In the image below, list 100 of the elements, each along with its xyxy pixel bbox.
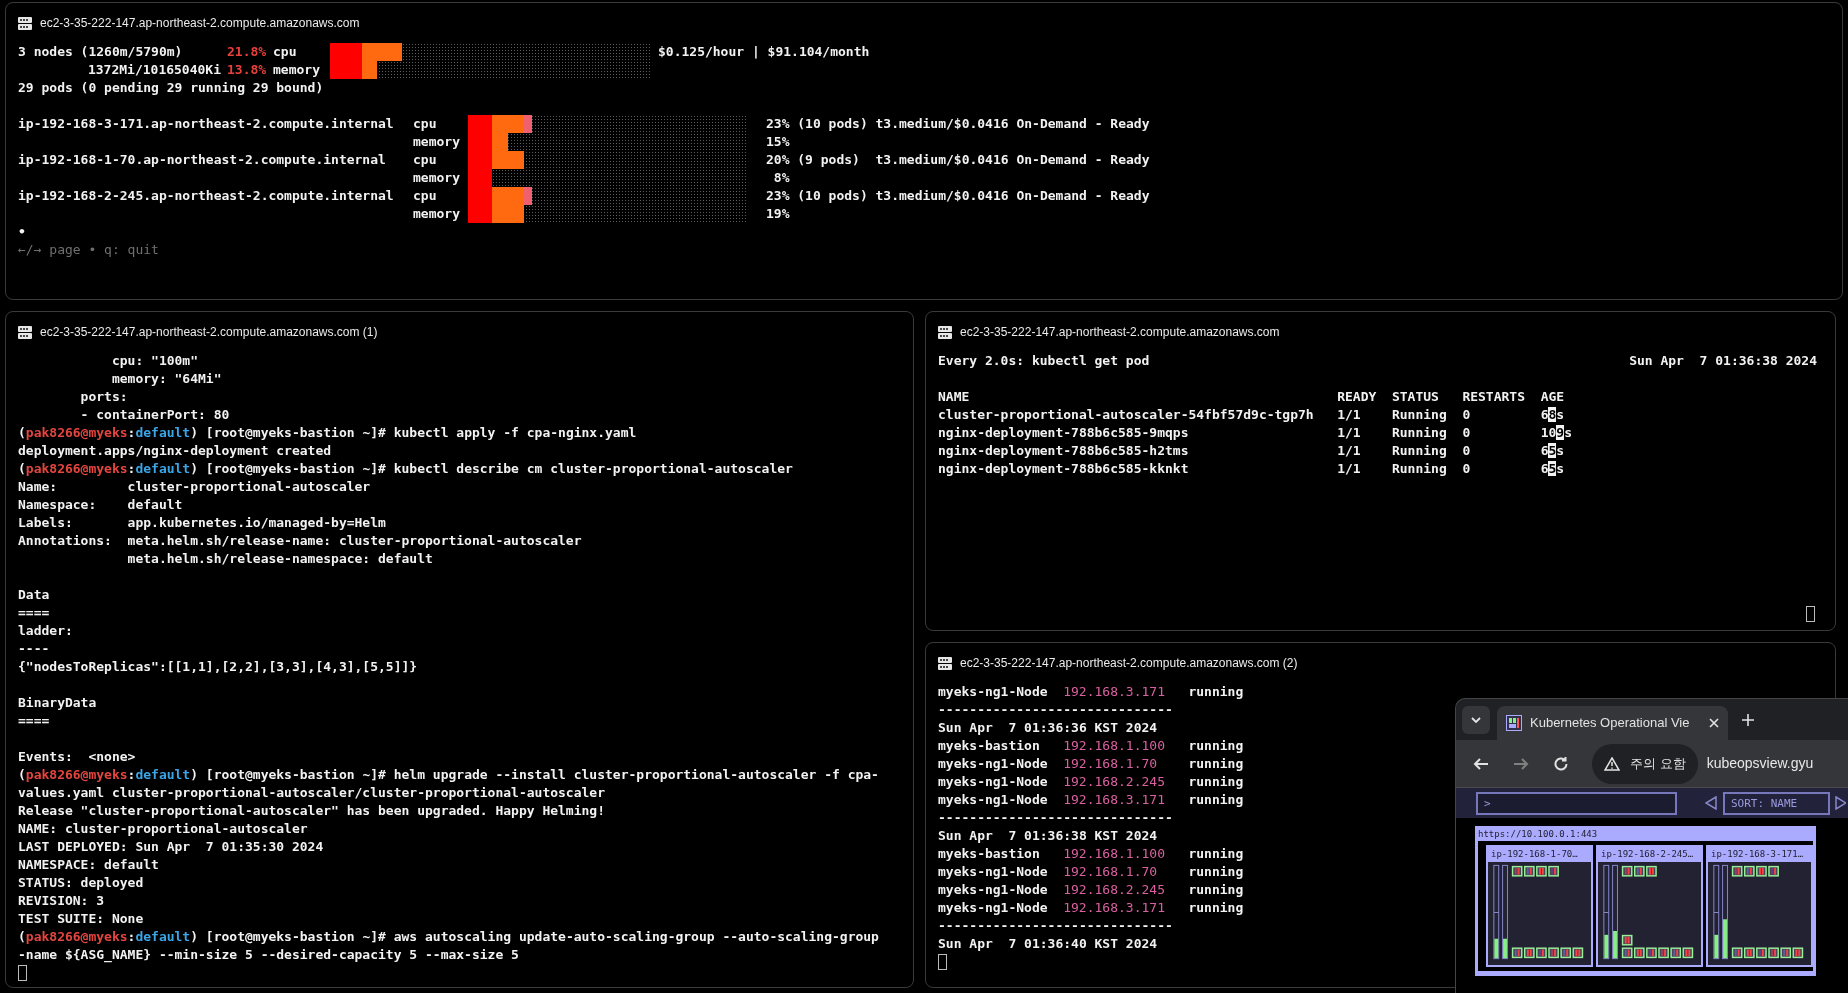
- ip-address: 192.168.1.70: [1063, 755, 1159, 773]
- warning-icon: [1604, 756, 1620, 771]
- close-icon[interactable]: [1709, 718, 1719, 728]
- ip-address: 192.168.2.245: [1063, 773, 1166, 791]
- ip-address: 192.168.1.100: [1063, 845, 1166, 863]
- terminal-line: Name: cluster-proportional-autoscaler: [18, 478, 371, 496]
- terminal-line: STATUS: deployed: [18, 874, 144, 892]
- terminal-line: TEST SUITE: None: [18, 910, 144, 928]
- table-cell: 0: [1462, 407, 1471, 422]
- instance-state: running: [1188, 791, 1244, 809]
- cursor-icon: [938, 954, 947, 970]
- pane-title: ec2-3-35-222-147.ap-northeast-2.compute.amazonaws.com (2): [960, 655, 1298, 672]
- node-name: ip-192-168-2-245.ap-northeast-2.compute.internal: [18, 187, 395, 205]
- pane-title: ec2-3-35-222-147.ap-northeast-2.compute.amazonaws.com: [40, 15, 360, 32]
- ip-address: 192.168.1.70: [1063, 863, 1159, 881]
- column-header: STATUS: [1391, 389, 1439, 404]
- table-cell: Running: [1391, 443, 1447, 458]
- resource-label: cpu: [413, 151, 438, 169]
- sort-button[interactable]: SORT: NAME: [1723, 791, 1830, 815]
- column-header: RESTARTS: [1462, 389, 1525, 404]
- usage-percent: 23%: [766, 115, 790, 133]
- command-text: Every 2.0s: kubectl get pod: [938, 352, 1150, 370]
- terminal-line: cpu: "100m": [110, 352, 198, 370]
- table-cell: 1/1: [1337, 407, 1361, 422]
- filter-field[interactable]: >: [1476, 791, 1677, 815]
- host-name: myeks-ng1-Node: [938, 899, 1049, 917]
- table-cell: 65s: [1540, 442, 1565, 460]
- usage-summary: 3 nodes (1260m/5790m): [18, 43, 184, 61]
- node-name: ip-192-168-1-70…: [1491, 849, 1578, 859]
- terminal-line: Events: <none>: [18, 748, 136, 766]
- terminal-line: ----: [18, 640, 50, 658]
- tab-list-button[interactable]: [1462, 706, 1490, 734]
- reload-icon[interactable]: [1552, 754, 1570, 773]
- resource-label: cpu: [413, 187, 438, 205]
- pod-count: (9 pods): [797, 151, 861, 169]
- table-cell: 1/1: [1337, 461, 1361, 476]
- instance-state: running: [1188, 683, 1244, 701]
- command-line: (pak8266@myeks:default) [root@myeks-bastion ~]# kubectl describe cm cluster-proportional-autoscaler: [18, 460, 793, 478]
- usage-percent: 19%: [766, 205, 790, 223]
- table-cell: Running: [1391, 461, 1447, 476]
- host-name: myeks-ng1-Node: [938, 881, 1049, 899]
- node-name: ip-192-168-3-171…: [1711, 849, 1804, 859]
- table-cell: Running: [1391, 425, 1447, 440]
- instance-state: running: [1188, 773, 1244, 791]
- terminal-line: NAME: cluster-proportional-autoscaler: [18, 820, 308, 838]
- cluster-url: https://10.100.0.1:443: [1478, 828, 1598, 841]
- node-info: t3.medium/$0.0416 On-Demand - Ready: [875, 187, 1150, 205]
- security-chip[interactable]: 주의 요함: [1592, 743, 1698, 784]
- host-name: myeks-bastion: [938, 845, 1041, 863]
- app-icon: [1506, 715, 1522, 731]
- command-line: (pak8266@myeks:default) [root@myeks-bastion ~]# helm upgrade --install cluster-proportional-autoscaler -f cpa-: [18, 766, 879, 784]
- server-icon: [18, 325, 32, 339]
- timestamp: Sun Apr 7 01:36:38 2024: [1629, 352, 1817, 370]
- usage-percent: 23%: [766, 187, 790, 205]
- instance-state: running: [1188, 737, 1244, 755]
- terminal-line: BinaryData: [18, 694, 97, 712]
- ip-address: 192.168.2.245: [1063, 881, 1166, 899]
- table-cell: 65s: [1540, 460, 1565, 478]
- resource-label: cpu: [413, 115, 438, 133]
- terminal-line: Namespace: default: [18, 496, 183, 514]
- ip-address: 192.168.3.171: [1063, 899, 1166, 917]
- table-cell: 1/1: [1337, 425, 1361, 440]
- terminal-line: memory: "64Mi": [110, 370, 222, 388]
- terminal-line: Data: [18, 586, 50, 604]
- terminal-line: meta.helm.sh/release-namespace: default: [126, 550, 433, 568]
- terminal-line: -name ${ASG_NAME} --min-size 5 --desired-capacity 5 --max-size 5: [18, 946, 519, 964]
- terminal-line: LAST DEPLOYED: Sun Apr 7 01:35:30 2024: [18, 838, 324, 856]
- command-line: (pak8266@myeks:default) [root@myeks-bastion ~]# kubectl apply -f cpa-nginx.yaml: [18, 424, 637, 442]
- server-icon: [938, 325, 952, 339]
- resource-label: memory: [413, 205, 461, 223]
- address-text[interactable]: kubeopsview.gyu: [1706, 753, 1814, 774]
- dash-line: ------------------------------: [938, 809, 1173, 827]
- command-line: (pak8266@myeks:default) [root@myeks-bastion ~]# aws autoscaling update-auto-scaling-group --auto-scaling-group: [18, 928, 879, 946]
- terminal-line: NAMESPACE: default: [18, 856, 159, 874]
- table-cell: Running: [1391, 407, 1447, 422]
- usage-percent: 13.8%: [227, 61, 268, 79]
- pane-title: ec2-3-35-222-147.ap-northeast-2.compute.amazonaws.com: [960, 324, 1280, 341]
- host-name: myeks-ng1-Node: [938, 863, 1049, 881]
- usage-percent: 8%: [772, 169, 790, 187]
- terminal-line: Labels: app.kubernetes.io/managed-by=Helm: [18, 514, 386, 532]
- instance-state: running: [1188, 881, 1244, 899]
- browser-tab[interactable]: Kubernetes Operational Vie: [1497, 706, 1728, 740]
- table-cell: nginx-deployment-788b6c585-kknkt: [938, 461, 1189, 476]
- chevron-down-icon: [1471, 717, 1481, 723]
- host-name: myeks-ng1-Node: [938, 755, 1049, 773]
- resource-label: cpu: [273, 43, 298, 61]
- table-cell: 0: [1462, 443, 1471, 458]
- node-info: t3.medium/$0.0416 On-Demand - Ready: [875, 115, 1150, 133]
- triangle-left-icon[interactable]: [1705, 796, 1717, 810]
- ip-address: 192.168.1.100: [1063, 737, 1166, 755]
- resource-label: memory: [273, 61, 321, 79]
- date-text: Sun Apr 7 01:36:38 KST 2024: [938, 827, 1158, 845]
- terminal-line: ====: [18, 604, 50, 622]
- terminal-line: values.yaml cluster-proportional-autoscaler/cluster-proportional-autoscaler: [18, 784, 605, 802]
- host-name: myeks-ng1-Node: [938, 683, 1049, 701]
- host-name: myeks-bastion: [938, 737, 1041, 755]
- triangle-right-icon[interactable]: [1835, 796, 1846, 810]
- table-cell: 0: [1462, 461, 1471, 476]
- server-icon: [18, 16, 32, 30]
- plus-icon[interactable]: [1742, 714, 1754, 726]
